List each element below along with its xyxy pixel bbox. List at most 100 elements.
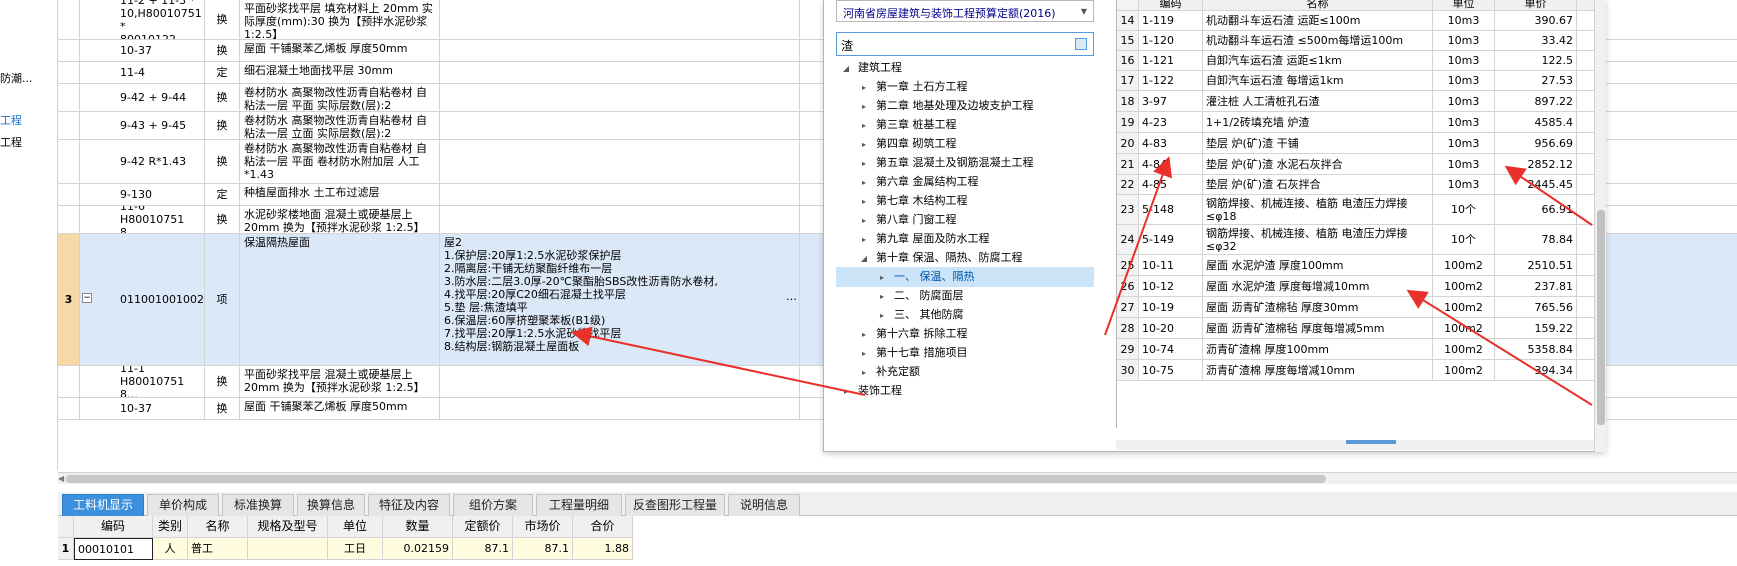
quota-horizontal-scrollbar[interactable] (1116, 440, 1594, 450)
feature-cell[interactable] (440, 206, 800, 233)
expand-icon[interactable]: ▸ (858, 211, 870, 231)
collapse-icon[interactable]: − (82, 293, 92, 303)
column-header[interactable]: 市场价 (513, 516, 573, 538)
quota-row[interactable]: 26 10-12 屋面 水泥炉渣 厚度每增减10mm 100m2 237.81 (1117, 276, 1594, 297)
quota-vertical-scrollbar[interactable] (1594, 0, 1606, 452)
tree-node[interactable]: ▸ 装饰工程 (836, 381, 1094, 401)
quota-row[interactable]: 29 10-74 沥青矿渣棉 厚度100mm 100m2 5358.84 (1117, 339, 1594, 360)
grid-cell[interactable]: 普工 (188, 538, 248, 560)
chevron-down-icon[interactable]: ▼ (1081, 7, 1087, 16)
column-header[interactable]: 名称 (188, 516, 248, 538)
feature-cell[interactable] (440, 184, 800, 205)
column-header[interactable]: 合价 (573, 516, 633, 538)
expand-icon[interactable]: ▸ (858, 116, 870, 136)
quota-row[interactable]: 20 4-83 垫层 炉(矿)渣 干铺 10m3 956.69 (1117, 133, 1594, 154)
column-header[interactable] (1117, 0, 1139, 10)
quota-row[interactable]: 25 10-11 屋面 水泥炉渣 厚度100mm 100m2 2510.51 (1117, 255, 1594, 276)
tree-node[interactable]: ▸ 补充定额 (836, 362, 1094, 382)
more-icon[interactable]: … (786, 290, 797, 303)
column-header[interactable]: 单位 (1433, 0, 1495, 10)
expand-icon[interactable]: ▸ (876, 306, 888, 326)
column-header[interactable]: 编码 (1139, 0, 1203, 10)
feature-cell[interactable] (440, 398, 800, 419)
expand-icon[interactable]: ▸ (876, 268, 888, 288)
expand-icon[interactable]: ▸ (858, 78, 870, 98)
quota-row[interactable]: 18 3-97 灌注桩 人工清桩孔石渣 10m3 897.22 (1117, 91, 1594, 112)
collapse-icon[interactable]: ◢ (858, 249, 870, 269)
quota-row[interactable]: 28 10-20 屋面 沥青矿渣棉毡 厚度每增减5mm 100m2 159.22 (1117, 318, 1594, 339)
scroll-thumb[interactable] (66, 475, 1326, 483)
tab-4[interactable]: 特征及内容 (368, 494, 450, 516)
table-row[interactable]: 1 00010101 人普工 工日 0.02159 87.1 87.1 1.88 (58, 538, 788, 560)
tree-node[interactable]: ▸ 第六章 金属结构工程 (836, 172, 1094, 192)
tree-node[interactable]: ▸ 第八章 门窗工程 (836, 210, 1094, 230)
grid-cell[interactable]: 0.02159 (383, 538, 453, 560)
tree-node[interactable]: ▸ 第七章 木结构工程 (836, 191, 1094, 211)
tree-node[interactable]: ▸ 第十六章 拆除工程 (836, 324, 1094, 344)
grid-cell[interactable]: 人 (153, 538, 188, 560)
tab-5[interactable]: 组价方案 (453, 494, 533, 516)
quota-row[interactable]: 17 1-122 自卸汽车运石渣 每增运1km 10m3 27.53 (1117, 71, 1594, 91)
tree-node[interactable]: ▸ 第十七章 措施项目 (836, 343, 1094, 363)
tree-node[interactable]: ▸ 三、 其他防腐 (836, 305, 1094, 325)
expand-icon[interactable]: ▸ (858, 135, 870, 155)
tab-3[interactable]: 换算信息 (297, 494, 365, 516)
column-header[interactable]: 编码 (74, 516, 153, 538)
tree-node[interactable]: ▸ 第四章 砌筑工程 (836, 134, 1094, 154)
column-header[interactable]: 单价 (1495, 0, 1577, 10)
feature-cell[interactable]: 屋2 1.保护层:20厚1:2.5水泥砂浆保护层 2.隔离层:干铺无纺聚酯纤维布… (440, 234, 800, 365)
tab-7[interactable]: 反查图形工程量 (625, 494, 725, 516)
tree-node[interactable]: ▸ 第九章 屋面及防水工程 (836, 229, 1094, 249)
expand-icon[interactable]: ▸ (858, 325, 870, 345)
expand-icon[interactable]: ▸ (858, 97, 870, 117)
feature-cell[interactable] (440, 40, 800, 61)
quota-library-select[interactable]: 河南省房屋建筑与装饰工程预算定额(2016) ▼ (836, 0, 1094, 22)
quota-row[interactable]: 23 5-148 钢筋焊接、机械连接、植筋 电渣压力焊接 ≤φ18 10个 66.91 (1117, 195, 1594, 225)
tree-search-input[interactable]: 渣 (836, 32, 1094, 56)
tab-0[interactable]: 工料机显示 (62, 494, 144, 516)
tree-node[interactable]: ▸ 第一章 土石方工程 (836, 77, 1094, 97)
column-header[interactable]: 定额价 (453, 516, 513, 538)
left-nav-item[interactable]: 工程 (0, 112, 56, 128)
expand-icon[interactable]: ▸ (858, 192, 870, 212)
tree-node[interactable]: ▸ 一、 保温、隔热 (836, 267, 1094, 287)
tree-node[interactable]: ▸ 第三章 桩基工程 (836, 115, 1094, 135)
grid-cell[interactable]: 工日 (328, 538, 383, 560)
search-icon[interactable] (1075, 38, 1087, 50)
tree-node[interactable]: ◢ 建筑工程 (836, 58, 1094, 78)
quota-row[interactable]: 16 1-121 自卸汽车运石渣 运距≤1km 10m3 122.5 (1117, 51, 1594, 71)
column-header[interactable]: 规格及型号 (248, 516, 328, 538)
grid-cell[interactable] (248, 538, 328, 560)
feature-cell[interactable] (440, 0, 800, 39)
tab-8[interactable]: 说明信息 (728, 494, 800, 516)
expand-icon[interactable]: ▸ (858, 173, 870, 193)
column-header[interactable]: 类别 (153, 516, 188, 538)
quota-row[interactable]: 30 10-75 沥青矿渣棉 厚度每增减10mm 100m2 394.34 (1117, 360, 1594, 381)
grid-cell[interactable]: 1.88 (573, 538, 633, 560)
grid-cell[interactable]: 87.1 (453, 538, 513, 560)
tab-2[interactable]: 标准换算 (222, 494, 294, 516)
tab-6[interactable]: 工程量明细 (536, 494, 622, 516)
tree-node[interactable]: ▸ 第二章 地基处理及边坡支护工程 (836, 96, 1094, 116)
quota-row[interactable]: 19 4-23 1+1/2砖填充墙 炉渣 10m3 4585.4 (1117, 112, 1594, 133)
expand-icon[interactable]: ▸ (858, 154, 870, 174)
tab-1[interactable]: 单价构成 (147, 494, 219, 516)
quota-row[interactable]: 22 4-85 垫层 炉(矿)渣 石灰拌合 10m3 2445.45 (1117, 175, 1594, 195)
grid-cell[interactable]: 00010101 (74, 538, 153, 560)
quota-row[interactable]: 14 1-119 机动翻斗车运石渣 运距≤100m 10m3 390.67 (1117, 11, 1594, 31)
column-header[interactable]: 数量 (383, 516, 453, 538)
scroll-thumb[interactable] (1597, 210, 1605, 425)
feature-cell[interactable] (440, 84, 800, 111)
feature-cell[interactable] (440, 366, 800, 397)
scroll-left-icon[interactable]: ◀ (58, 474, 64, 483)
grid-cell[interactable]: 87.1 (513, 538, 573, 560)
expand-icon[interactable]: ▸ (858, 363, 870, 383)
expand-icon[interactable]: ▸ (840, 382, 852, 402)
main-horizontal-scrollbar[interactable]: ◀ (58, 472, 1737, 484)
expand-icon[interactable]: ▸ (858, 344, 870, 364)
tree-node[interactable]: ▸ 二、 防腐面层 (836, 286, 1094, 306)
left-nav-item[interactable]: 工程 (0, 134, 56, 150)
feature-cell[interactable] (440, 140, 800, 183)
feature-cell[interactable] (440, 62, 800, 83)
quota-row[interactable]: 15 1-120 机动翻斗车运石渣 ≤500m每增运100m 10m3 33.42 (1117, 31, 1594, 51)
